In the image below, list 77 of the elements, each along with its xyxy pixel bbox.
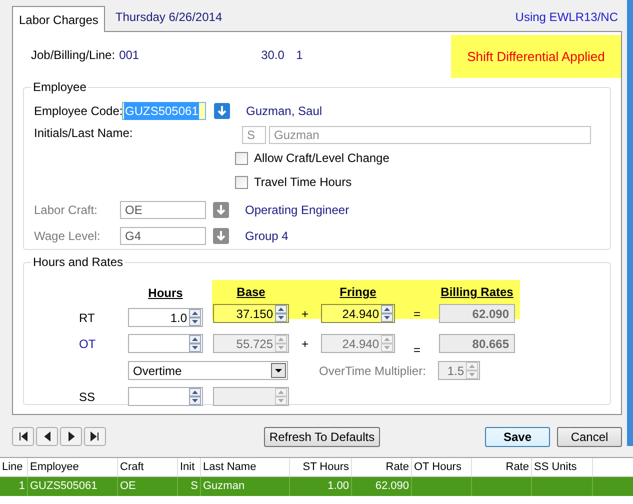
column-header[interactable]: SS Units	[532, 458, 593, 476]
section-title: Hours and Rates	[32, 254, 124, 271]
nav-button[interactable]	[36, 427, 58, 446]
base-field[interactable]: 37.150	[213, 304, 289, 323]
column-header[interactable]: Craft	[118, 458, 178, 476]
column-header[interactable]: Rate	[352, 458, 412, 476]
billing-rate-field[interactable]: 80.665	[439, 334, 515, 353]
table-cell: GUZS505061	[28, 477, 118, 496]
table-cell: OE	[118, 477, 178, 496]
field-label: Wage Level:	[34, 228, 102, 245]
nav-button[interactable]	[60, 427, 82, 446]
checkbox[interactable]	[235, 176, 248, 188]
nav-button[interactable]	[12, 427, 34, 446]
save-button[interactable]: Save	[485, 426, 550, 446]
field-label: OverTime Multiplier:	[319, 362, 427, 380]
tab[interactable]: Labor Charges	[12, 6, 106, 32]
spinner-icon[interactable]	[189, 388, 201, 405]
table-cell: S	[178, 477, 201, 496]
column-header: Hours	[148, 285, 183, 302]
column-header[interactable]: Last Name	[201, 458, 290, 476]
column-header[interactable]: Line	[0, 458, 28, 476]
hours-field[interactable]	[128, 387, 203, 406]
fringe-field[interactable]: 24.940	[321, 304, 395, 323]
billing-rate-field[interactable]: 62.090	[439, 304, 515, 323]
section-title: Employee	[32, 79, 88, 96]
equals-sign: =	[412, 306, 422, 322]
equals-sign: =	[412, 342, 422, 358]
column-header[interactable]: Rate	[472, 458, 532, 476]
job-value: 1	[296, 47, 304, 64]
spinner-icon[interactable]	[189, 309, 201, 326]
lookup-field[interactable]: OE	[120, 201, 206, 219]
column-header[interactable]: Employee	[28, 458, 118, 476]
table-cell: 1.00	[290, 477, 352, 496]
field-label: Labor Craft:	[34, 202, 98, 219]
lookup-name: Group 4	[245, 228, 288, 245]
overtime-dropdown[interactable]: Overtime	[128, 361, 288, 380]
hours-field[interactable]	[128, 334, 203, 353]
plus-sign: +	[300, 306, 310, 322]
notice-banner: Shift Differential Applied	[451, 35, 621, 78]
base-field[interactable]	[213, 387, 289, 406]
job-label: Job/Billing/Line:	[31, 47, 116, 64]
column-header[interactable]: Init	[178, 458, 201, 476]
lookup-field[interactable]: G4	[120, 227, 206, 245]
column-header[interactable]: OT Hours	[412, 458, 472, 476]
fringe-field[interactable]: 24.940	[321, 334, 395, 353]
spinner-icon[interactable]	[275, 305, 287, 322]
column-header: Base	[236, 284, 266, 301]
employee-name: Guzman, Saul	[246, 103, 322, 120]
refresh-button[interactable]: Refresh To Defaults	[264, 426, 380, 446]
checkbox-label: Travel Time Hours	[254, 174, 352, 191]
job-value: 30.0	[261, 47, 286, 64]
hours-field[interactable]: 1.0	[128, 308, 203, 327]
spinner-icon[interactable]	[189, 335, 201, 352]
row-label: OT	[78, 336, 97, 352]
field-label: Employee Code:	[34, 103, 122, 120]
job-value: 001	[119, 47, 140, 64]
field-label: Initials/Last Name:	[34, 125, 134, 142]
table-cell: 62.090	[352, 477, 412, 496]
table-row[interactable]: 1 GUZS505061 OE S Guzman 1.00 62.090	[0, 477, 633, 496]
base-field[interactable]: 55.725	[213, 334, 289, 353]
column-header[interactable]: ST Hours	[290, 458, 352, 476]
checkbox-label: Allow Craft/Level Change	[254, 150, 390, 167]
using-label: Using EWLR13/NC	[515, 9, 618, 26]
spinner-icon[interactable]	[381, 305, 393, 322]
column-header: Fringe	[340, 284, 376, 301]
row-label: RT	[78, 310, 96, 326]
cancel-button[interactable]: Cancel	[557, 426, 622, 446]
date-label: Thursday 6/26/2014	[115, 9, 222, 26]
table-cell: 1	[0, 477, 28, 496]
table-cell: Guzman	[201, 477, 290, 496]
nav-button[interactable]	[84, 427, 106, 446]
lookup-name: Operating Engineer	[245, 202, 350, 219]
multiplier-field[interactable]: 1.5	[438, 361, 480, 380]
checkbox[interactable]	[235, 152, 248, 164]
row-label: SS	[78, 388, 96, 406]
plus-sign: +	[300, 336, 310, 352]
column-header: Billing Rates	[440, 284, 514, 301]
